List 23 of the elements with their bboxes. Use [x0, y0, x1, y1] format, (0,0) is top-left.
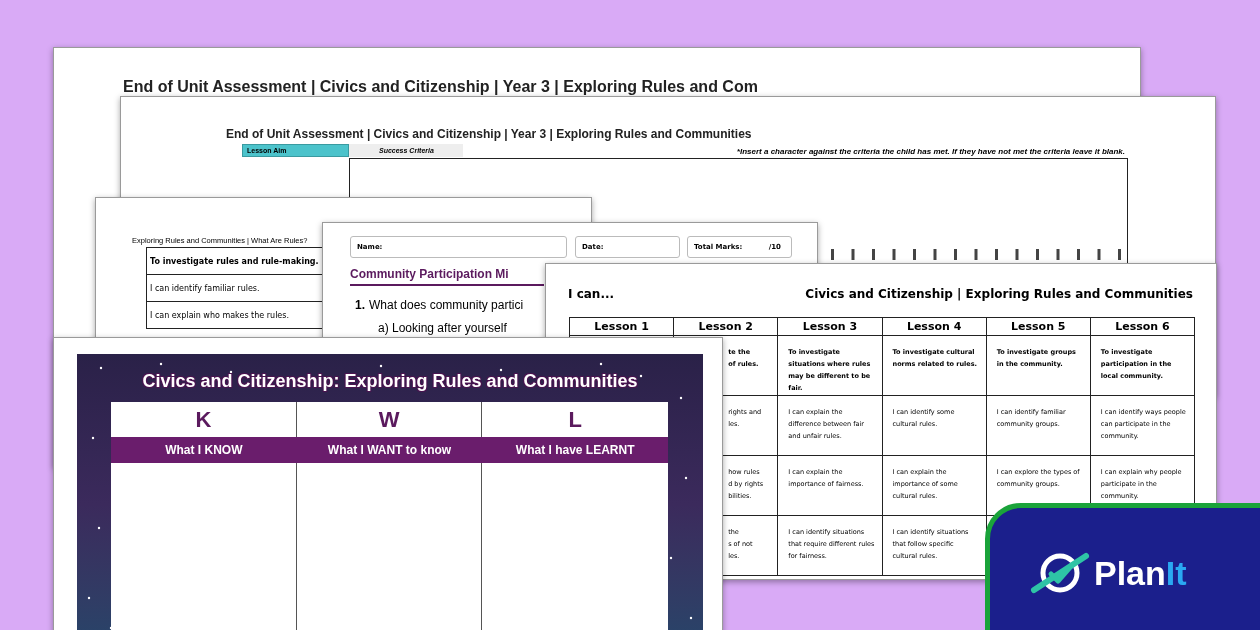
sheet-title: End of Unit Assessment | Civics and Citizenship | Year 3 | Exploring Rules and Communities — [226, 126, 752, 143]
column-header: Lesson 5 — [986, 318, 1091, 336]
answer-option: a) Looking after yourself — [378, 319, 507, 337]
logo-wordmark: PlanIt — [1094, 556, 1187, 590]
column-header: Lesson 4 — [882, 318, 987, 336]
column-letter: L — [482, 402, 668, 437]
column-header: Lesson 1 — [570, 318, 675, 336]
column-letter: W — [296, 402, 483, 437]
column-caption: What I WANT to know — [296, 437, 483, 463]
column-header: Lesson 6 — [1090, 318, 1196, 336]
question-text: What does community partici — [369, 297, 524, 314]
column-letter: K — [111, 402, 297, 437]
poster-title: Civics and Citizenship: Exploring Rules and Communities — [141, 370, 639, 393]
sheet-title: End of Unit Assessment | Civics and Citizenship | Year 3 | Exploring Rules and Com — [123, 77, 758, 97]
question-number: 1. — [355, 297, 365, 314]
column-caption: What I have LEARNT — [482, 437, 668, 463]
column-header: Lesson 3 — [778, 318, 883, 336]
column-caption: What I KNOW — [111, 437, 297, 463]
column-header: Lesson 2 — [674, 318, 779, 336]
sheet-heading: I can... — [568, 286, 615, 303]
sheet-title: Civics and Citizenship | Exploring Rules and Communities — [805, 286, 1193, 303]
instruction-note: *Insert a character against the criteria the child has met. If they have not met the criteria leave it blank. — [736, 146, 1125, 158]
worksheet-heading: Community Participation Mi — [350, 265, 544, 286]
